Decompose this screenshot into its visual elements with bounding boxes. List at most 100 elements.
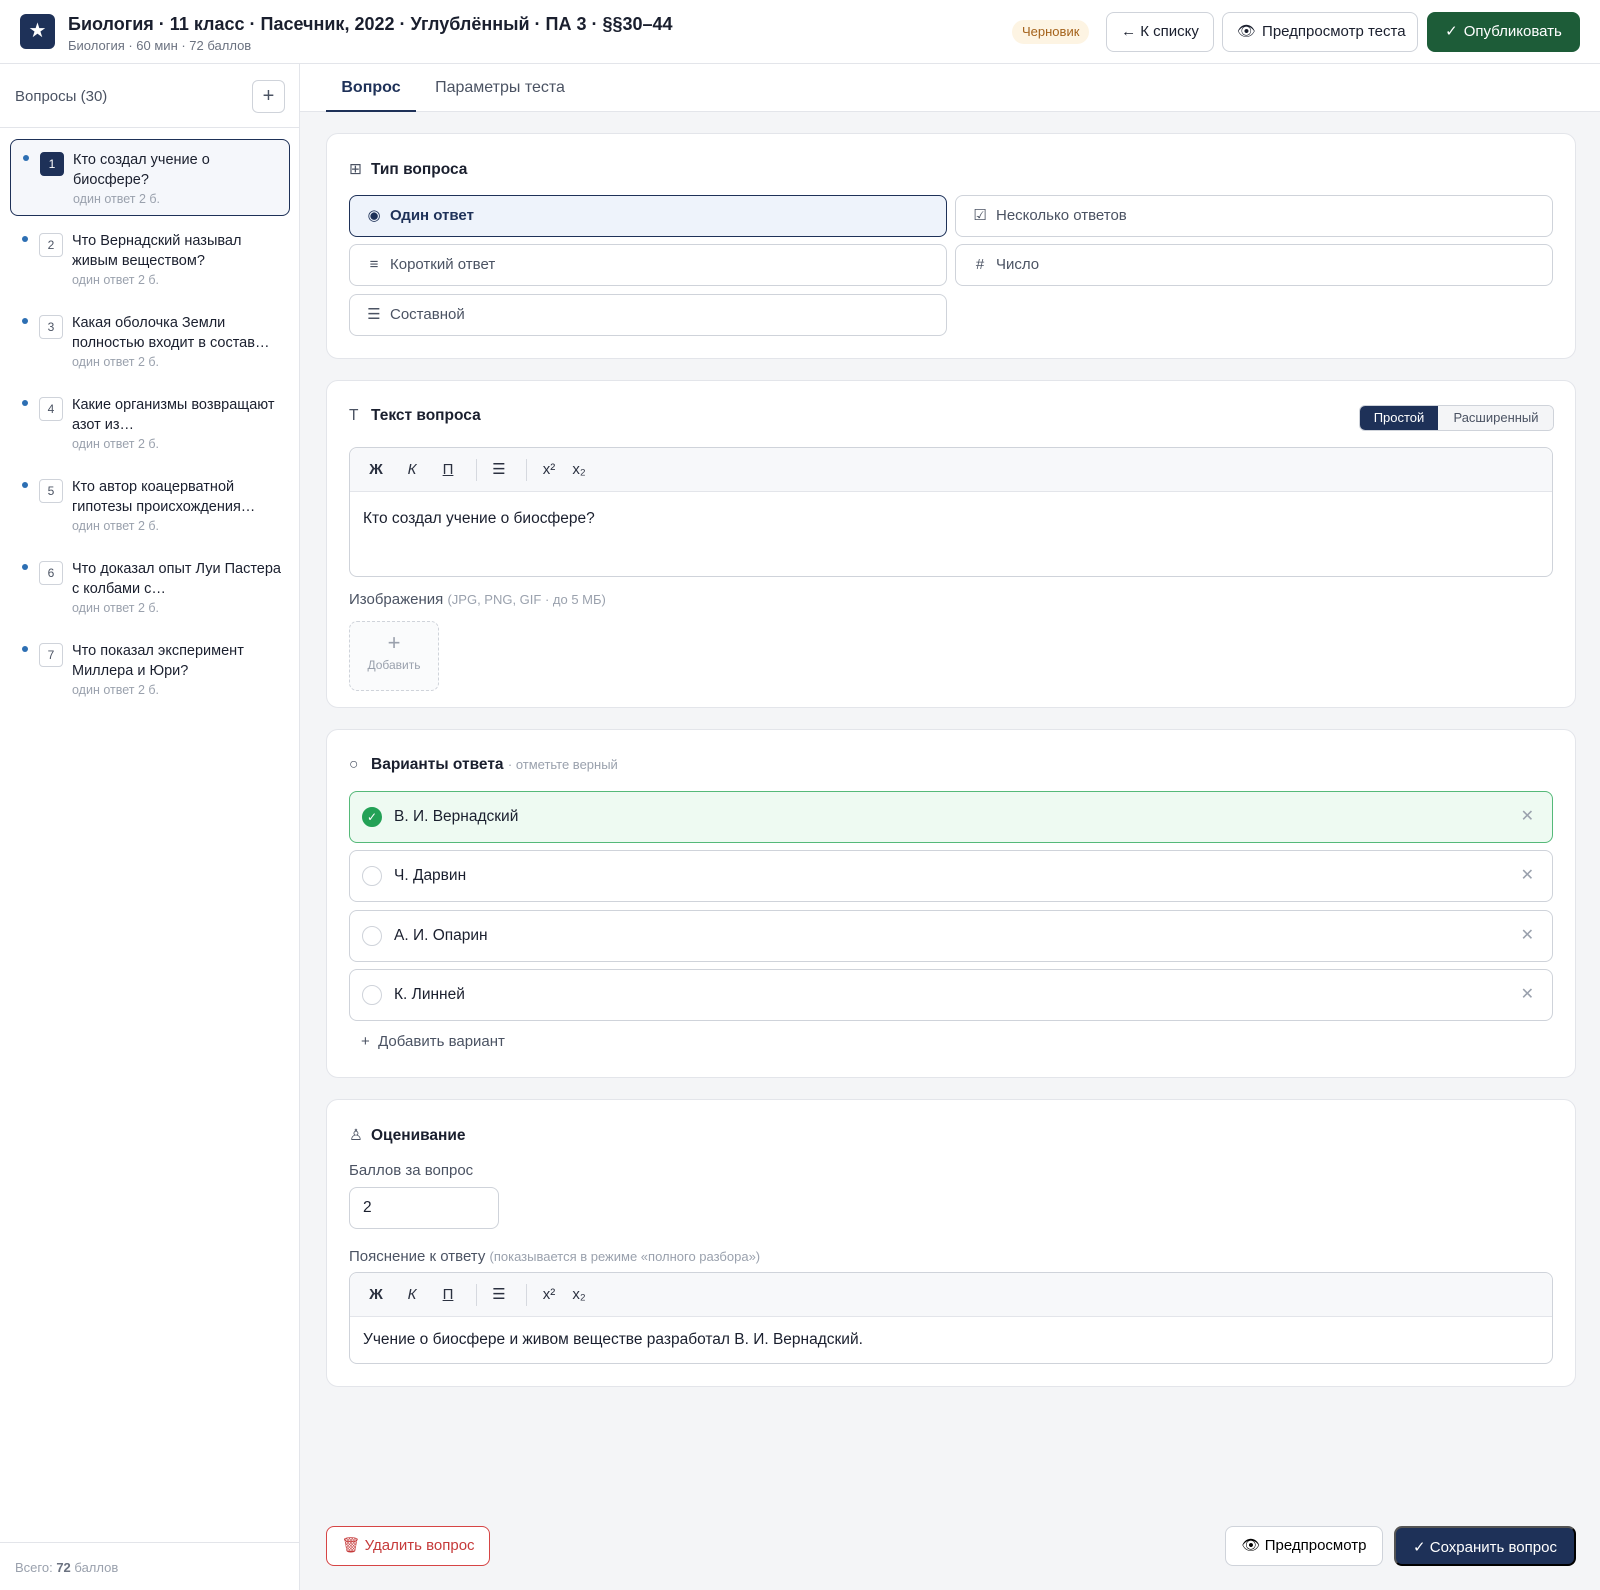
toolbar-divider [526, 1284, 527, 1306]
list-button[interactable]: ☰ [486, 459, 512, 481]
tab-question[interactable]: Вопрос [326, 64, 416, 112]
remove-answer-icon[interactable]: ✕ [1521, 925, 1534, 945]
grading-card: ♙ Оценивание Баллов за вопрос 2 Пояснение… [326, 1099, 1576, 1387]
remove-answer-icon[interactable]: ✕ [1521, 865, 1534, 885]
type-option-compound[interactable]: ☰ Составной [349, 294, 947, 336]
explanation-text: Учение о биосфере и живом веществе разра… [363, 1331, 863, 1348]
answer-radio[interactable] [362, 926, 382, 946]
question-list-item[interactable]: 4 Какие организмы возвращают азот из… од… [10, 385, 290, 462]
superscript-button[interactable]: x² [536, 1284, 562, 1306]
underline-button[interactable]: П [435, 459, 461, 481]
delete-question-button[interactable]: 🗑 Удалить вопрос [326, 1526, 490, 1566]
question-item-text: Какая оболочка Земли полностью входит в … [72, 315, 270, 351]
question-number: 3 [39, 315, 63, 339]
add-image-button[interactable]: + Добавить [349, 621, 439, 691]
save-question-button[interactable]: ✓ Сохранить вопрос [1394, 1526, 1576, 1566]
lines-icon: ≡ [369, 256, 379, 273]
question-item-text: Какие организмы возвращают азот из… [72, 397, 275, 433]
superscript-button[interactable]: x² [536, 459, 562, 481]
tab-test-settings[interactable]: Параметры теста [430, 64, 570, 112]
answer-text: В. И. Вернадский [394, 808, 519, 825]
question-list-item[interactable]: 3 Какая оболочка Земли полностью входит … [10, 303, 290, 380]
subscript-button[interactable]: x₂ [566, 459, 592, 481]
status-dot [22, 236, 28, 242]
question-type-title: ⊞ Тип вопроса [349, 161, 468, 178]
list-icon: ☰ [367, 306, 381, 323]
points-input[interactable]: 2 [349, 1187, 499, 1229]
answer-text: Ч. Дарвин [394, 867, 467, 884]
toolbar-divider [526, 459, 527, 481]
remove-answer-icon[interactable]: ✕ [1521, 806, 1534, 826]
underline-button[interactable]: П [435, 1284, 461, 1306]
italic-button[interactable]: К [399, 459, 425, 481]
questions-count-label: Вопросы (30) [15, 88, 108, 105]
correct-check-icon[interactable]: ✓ [362, 807, 382, 827]
question-number: 5 [39, 479, 63, 503]
question-item-text: Что показал эксперимент Миллера и Юри? [72, 643, 244, 679]
question-list-item[interactable]: 2 Что Вернадский называл живым веществом… [10, 221, 290, 298]
answer-option[interactable]: Ч. Дарвин ✕ [349, 850, 1553, 902]
add-question-button[interactable]: + [252, 80, 285, 113]
remove-answer-icon[interactable]: ✕ [1521, 984, 1534, 1004]
bold-button[interactable]: Ж [363, 1284, 389, 1306]
answer-radio[interactable] [362, 985, 382, 1005]
status-badge: Черновик [1012, 20, 1090, 44]
subscript-button[interactable]: x₂ [566, 1284, 592, 1306]
toolbar-divider [476, 459, 477, 481]
question-text-editor[interactable]: Ж К П ☰ x² x₂ Кто создал учение о биосфе… [349, 447, 1553, 577]
question-item-meta: один ответ 2 б. [72, 355, 160, 369]
question-list-item[interactable]: 5 Кто автор коацерватной гипотезы происх… [10, 467, 290, 544]
add-variant-button[interactable]: + Добавить вариант [361, 1033, 505, 1050]
question-item-text: Что Вернадский называл живым веществом? [72, 233, 242, 269]
question-item-text: Что доказал опыт Луи Пастера с колбами с… [72, 561, 281, 597]
status-dot [22, 564, 28, 570]
award-icon: ♙ [349, 1127, 363, 1144]
type-option-short[interactable]: ≡ Короткий ответ [349, 244, 947, 286]
answer-radio[interactable] [362, 866, 382, 886]
back-to-list-button[interactable]: ← К списку [1106, 12, 1214, 52]
explanation-editor[interactable]: Ж К П ☰ x² x₂ Учение о биосфере и живом … [349, 1272, 1553, 1364]
question-item-meta: один ответ 2 б. [72, 273, 160, 287]
text-icon: T [349, 407, 359, 424]
publish-button[interactable]: ✓ Опубликовать [1427, 12, 1580, 52]
preview-question-button[interactable]: 👁 Предпросмотр [1225, 1526, 1383, 1566]
preview-test-button[interactable]: 👁 Предпросмотр теста [1222, 12, 1418, 52]
question-list-item[interactable]: 6 Что доказал опыт Луи Пастера с колбами… [10, 549, 290, 626]
answer-option[interactable]: К. Линней ✕ [349, 969, 1553, 1021]
question-text-content: Кто создал учение о биосфере? [363, 510, 595, 527]
question-list-item[interactable]: 7 Что показал эксперимент Миллера и Юри?… [10, 631, 290, 708]
bold-button[interactable]: Ж [363, 459, 389, 481]
type-option-number[interactable]: # Число [955, 244, 1553, 286]
questions-sidebar: Вопросы (30) + 1 Кто создал учение о био… [0, 64, 300, 1590]
list-button[interactable]: ☰ [486, 1284, 512, 1306]
editor-tabs: Вопрос Параметры теста [300, 64, 1600, 112]
total-points-label: Всего: 72 баллов [15, 1560, 119, 1575]
answer-option[interactable]: А. И. Опарин ✕ [349, 910, 1553, 962]
status-dot [23, 155, 29, 161]
formatting-toolbar: Ж К П ☰ x² x₂ [350, 448, 1552, 492]
hash-icon: # [975, 256, 985, 273]
check-icon: ✓ [1445, 23, 1458, 40]
answer-option[interactable]: ✓ В. И. Вернадский ✕ [349, 791, 1553, 843]
plus-icon: + [361, 1033, 370, 1050]
mode-simple-button[interactable]: Простой [1360, 406, 1438, 430]
grading-title: ♙ Оценивание [349, 1127, 466, 1144]
question-list-item[interactable]: 1 Кто создал учение о биосфере? один отв… [10, 139, 290, 216]
answer-text: А. И. Опарин [394, 927, 488, 944]
mode-advanced-button[interactable]: Расширенный [1438, 406, 1553, 430]
plus-icon: + [387, 630, 401, 655]
question-number: 2 [39, 233, 63, 257]
radio-target-icon: ◉ [367, 207, 381, 224]
type-option-single[interactable]: ◉ Один ответ [349, 195, 947, 237]
question-item-meta: один ответ 2 б. [72, 519, 160, 533]
status-dot [22, 400, 28, 406]
eye-icon: 👁 [1241, 1537, 1261, 1554]
status-dot [22, 646, 28, 652]
italic-button[interactable]: К [399, 1284, 425, 1306]
circle-icon: ○ [349, 756, 359, 773]
page-subtitle: Биология · 60 мин · 72 баллов [68, 38, 252, 53]
type-option-multiple[interactable]: ☑ Несколько ответов [955, 195, 1553, 237]
sidebar-footer: Всего: 72 баллов [0, 1542, 299, 1590]
app-header: ★ Биология · 11 класс · Пасечник, 2022 ·… [0, 0, 1600, 64]
question-item-meta: один ответ 2 б. [72, 437, 160, 451]
